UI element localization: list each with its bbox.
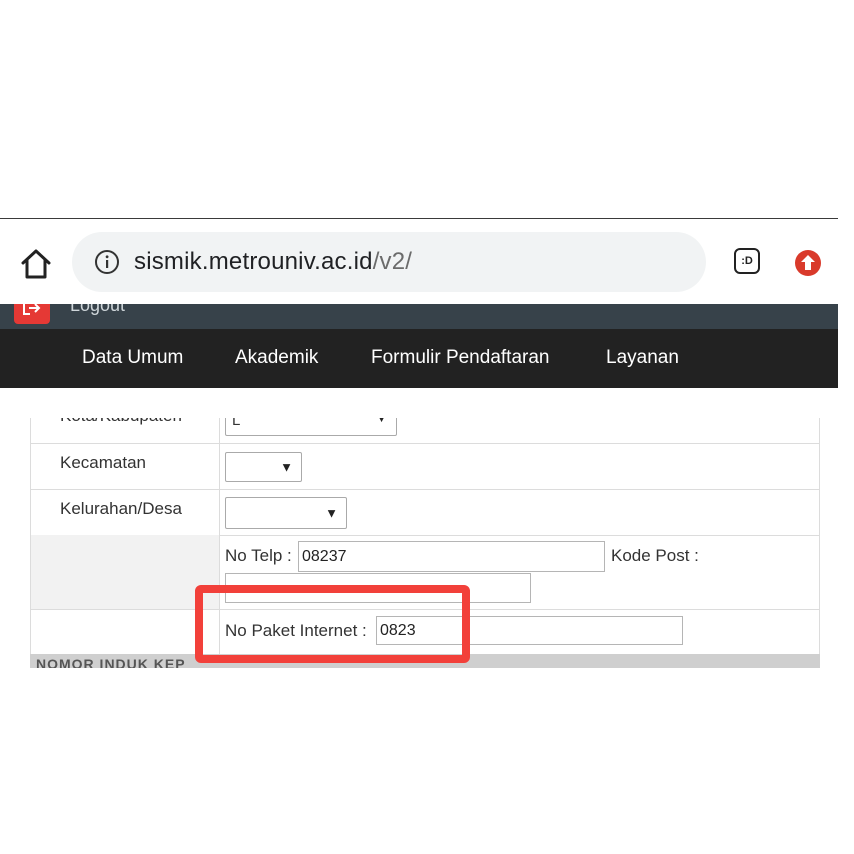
highlight-box <box>195 585 470 663</box>
kecamatan-label: Kecamatan <box>60 453 146 472</box>
table-row: Kecamatan ▼ <box>30 443 820 490</box>
extension-button[interactable]: :D <box>734 248 760 274</box>
kecamatan-select[interactable]: ▼ <box>225 452 302 482</box>
url-host: sismik.metrouniv.ac.id <box>134 248 373 275</box>
top-divider <box>0 218 838 219</box>
nav-item-akademik[interactable]: Akademik <box>235 347 318 369</box>
no-telp-label: No Telp : <box>225 546 292 565</box>
logout-bar: Logout <box>0 304 838 329</box>
logout-link[interactable]: Logout <box>70 304 125 316</box>
kota-select-arrow-icon: ▼ <box>375 418 388 425</box>
kelurahan-select[interactable]: ▼ <box>225 497 347 529</box>
section-header-text: NOMOR INDUK KEP <box>36 656 186 668</box>
kelurahan-select-arrow-icon: ▼ <box>325 505 338 521</box>
kota-select-value: L <box>232 418 241 429</box>
kelurahan-label: Kelurahan/Desa <box>60 499 182 518</box>
table-row: Kelurahan/Desa ▼ <box>30 489 820 536</box>
kota-label: Kota/Kabupaten <box>60 418 182 426</box>
kecamatan-select-arrow-icon: ▼ <box>280 459 293 475</box>
info-icon[interactable] <box>94 249 120 275</box>
logout-icon[interactable] <box>14 304 50 324</box>
kota-select[interactable]: L ▼ <box>225 418 397 436</box>
table-row: Kota/Kabupaten L ▼ <box>30 418 820 444</box>
home-icon[interactable] <box>18 246 54 282</box>
nav-item-formulir-pendaftaran[interactable]: Formulir Pendaftaran <box>371 347 549 369</box>
nav-item-layanan[interactable]: Layanan <box>606 347 679 369</box>
url-text: sismik.metrouniv.ac.id/v2/ <box>134 248 412 276</box>
main-nav: Data Umum Akademik Formulir Pendaftaran … <box>0 329 838 388</box>
no-telp-input[interactable]: 08237 <box>298 541 605 572</box>
nav-item-data-umum[interactable]: Data Umum <box>82 347 183 369</box>
address-bar[interactable]: sismik.metrouniv.ac.id/v2/ <box>72 232 706 292</box>
browser-toolbar: sismik.metrouniv.ac.id/v2/ :D <box>0 222 838 304</box>
url-path: /v2/ <box>372 248 413 275</box>
upload-icon[interactable] <box>794 249 822 277</box>
kode-post-label: Kode Post : <box>611 546 699 565</box>
